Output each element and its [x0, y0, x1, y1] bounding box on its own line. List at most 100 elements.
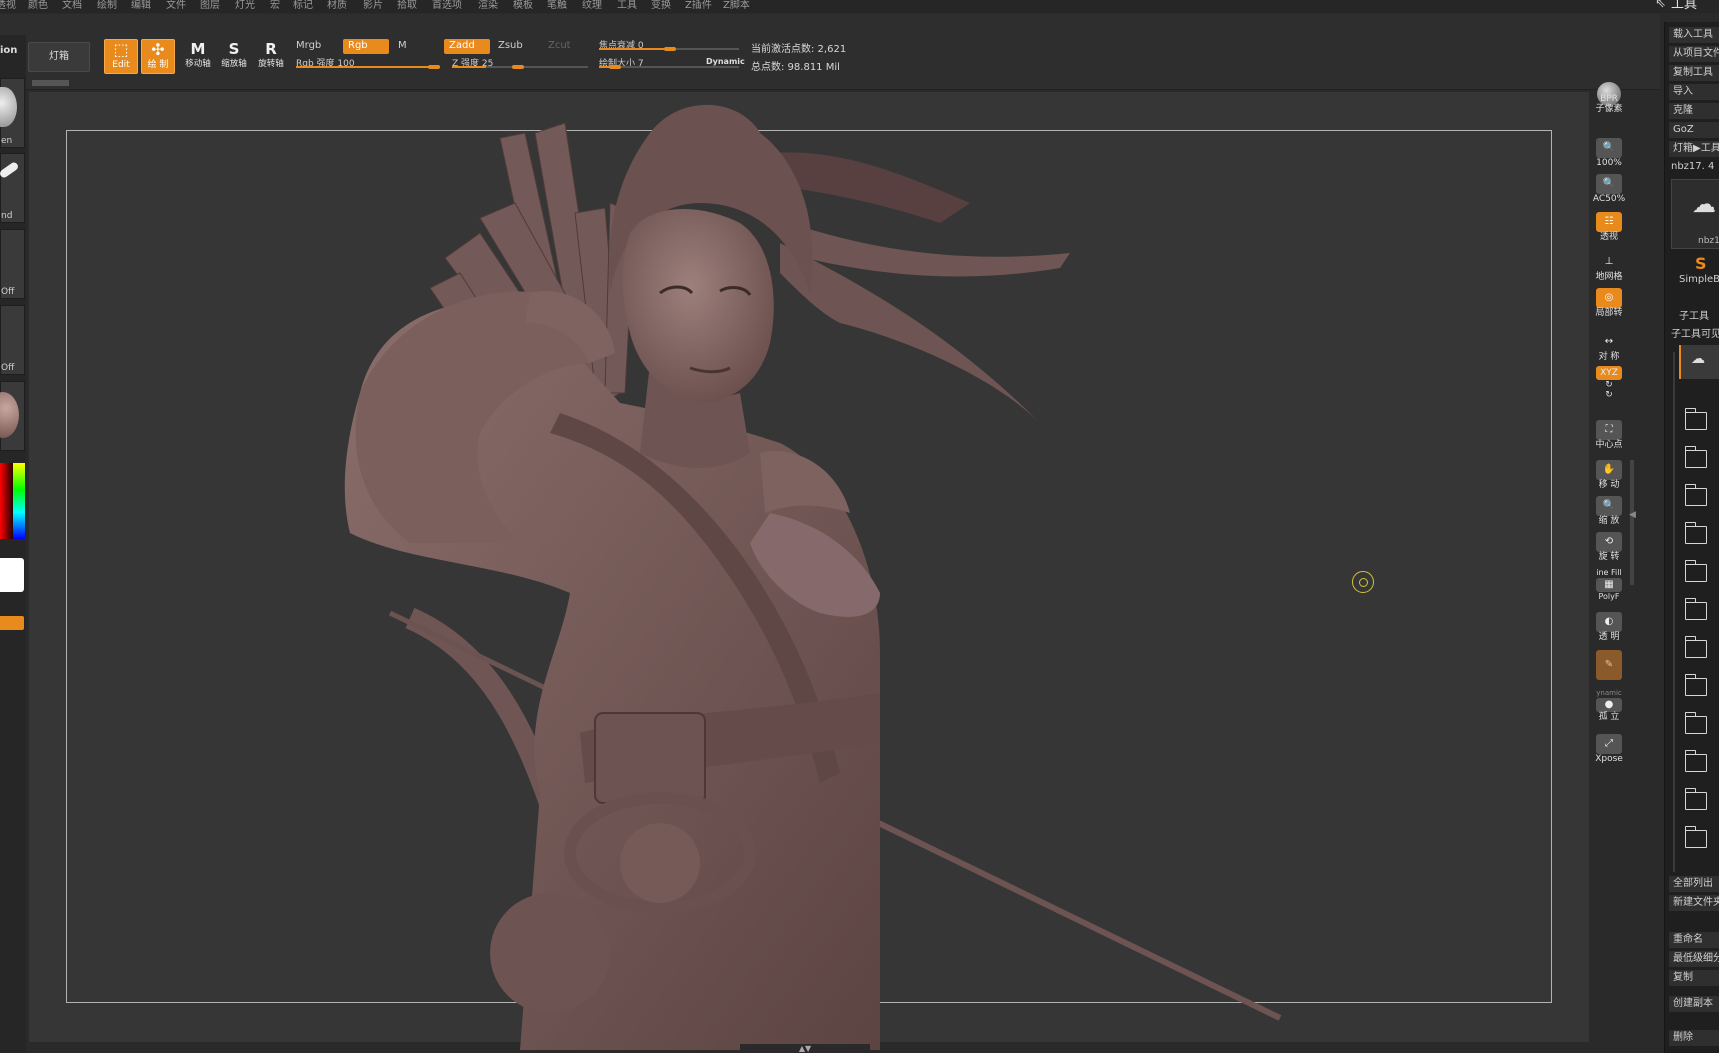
- subtool-folder-12[interactable]: [1684, 826, 1707, 848]
- material-slot[interactable]: [0, 381, 25, 451]
- toolbar-collapse-tab[interactable]: [32, 80, 69, 86]
- xpose-button[interactable]: ⤢ Xpose: [1592, 734, 1626, 768]
- frame-button[interactable]: ⛶ 中心点: [1592, 420, 1626, 454]
- menu-item-draw[interactable]: 绘制: [97, 0, 117, 12]
- import-button[interactable]: 导入: [1669, 84, 1719, 100]
- sculpt-model[interactable]: [320, 93, 1360, 1050]
- subtool-scrollbar[interactable]: [1673, 352, 1675, 872]
- scale-gizmo-button[interactable]: S 缩放轴: [218, 40, 250, 74]
- right-shelf-collapse-arrow[interactable]: ◀: [1629, 510, 1636, 520]
- actual-size-button[interactable]: 🔍 100%: [1592, 138, 1626, 172]
- color-picker[interactable]: [0, 463, 25, 539]
- menu-item-picker[interactable]: 拾取: [397, 0, 417, 12]
- z-intensity-slider[interactable]: [452, 56, 588, 69]
- bpr-button[interactable]: BPR 子像素: [1592, 82, 1626, 124]
- subtool-folder-4[interactable]: [1684, 522, 1707, 544]
- tool-palette-title[interactable]: 工具: [1671, 0, 1697, 11]
- menu-item-color[interactable]: 颜色: [28, 0, 48, 12]
- menu-item-zplugin[interactable]: Z插件: [685, 0, 712, 12]
- delete-button[interactable]: 删除: [1669, 1030, 1719, 1046]
- menu-item-marker[interactable]: 标记: [293, 0, 313, 12]
- load-from-project-button[interactable]: 从项目文件: [1669, 46, 1719, 62]
- menu-item-material[interactable]: 材质: [327, 0, 347, 12]
- subtool-folder-5[interactable]: [1684, 560, 1707, 582]
- menu-item-stencil[interactable]: 模板: [513, 0, 533, 12]
- menu-item-render[interactable]: 渲染: [478, 0, 498, 12]
- lightbox-button[interactable]: 灯箱: [28, 42, 90, 72]
- menu-item-file[interactable]: 文件: [166, 0, 186, 12]
- duplicate-button[interactable]: 复制: [1669, 970, 1719, 986]
- subtool-folder-7[interactable]: [1684, 636, 1707, 658]
- local-transform-button[interactable]: ◎ 局部转: [1592, 288, 1626, 322]
- subtool-folder-11[interactable]: [1684, 788, 1707, 810]
- move-view-button[interactable]: ✋ 移 动: [1592, 460, 1626, 494]
- bottom-tray-handle[interactable]: ▲▼: [740, 1044, 870, 1053]
- main-color-swatch[interactable]: [0, 558, 24, 592]
- load-tool-button[interactable]: 载入工具: [1669, 27, 1719, 43]
- menu-item-zscript[interactable]: Z脚本: [723, 0, 750, 12]
- zadd-toggle[interactable]: Zadd: [444, 39, 490, 54]
- transparency-button[interactable]: ◐ 透 明: [1592, 612, 1626, 646]
- rgb-intensity-slider[interactable]: [296, 56, 440, 69]
- antialias-half-button[interactable]: 🔍 AC50%: [1592, 174, 1626, 208]
- m-toggle[interactable]: M: [393, 39, 412, 54]
- menu-item-macro[interactable]: 宏: [270, 0, 280, 12]
- perspective-button[interactable]: ☷ 透视: [1592, 212, 1626, 246]
- rename-button[interactable]: 重命名: [1669, 932, 1719, 948]
- alpha-slot[interactable]: Off: [0, 229, 25, 299]
- solo-button[interactable]: ynamic ● 孤 立: [1592, 688, 1626, 730]
- goz-button[interactable]: GoZ: [1669, 122, 1719, 138]
- color-hue-strip[interactable]: [13, 463, 25, 539]
- rotate-gizmo-button[interactable]: R 旋转轴: [255, 40, 287, 74]
- subtool-title[interactable]: 子工具: [1679, 307, 1709, 322]
- move-gizmo-button[interactable]: M 移动轴: [182, 40, 214, 74]
- menu-item-transform[interactable]: 变换: [651, 0, 671, 12]
- zcut-toggle[interactable]: Zcut: [543, 39, 576, 54]
- mrgb-toggle[interactable]: Mrgb: [291, 39, 326, 54]
- floor-grid-button[interactable]: ⊥ 地网格: [1592, 252, 1626, 286]
- subtool-folder-1[interactable]: [1684, 408, 1707, 430]
- zoom-view-button[interactable]: 🔍 缩 放: [1592, 496, 1626, 530]
- subtool-folder-8[interactable]: [1684, 674, 1707, 696]
- menu-item-layer[interactable]: 图层: [200, 0, 220, 12]
- focal-shift-slider[interactable]: [599, 38, 739, 51]
- menu-item-edit[interactable]: 编辑: [131, 0, 151, 12]
- z-intensity-handle[interactable]: [512, 65, 524, 69]
- copy-tool-button[interactable]: 复制工具: [1669, 65, 1719, 81]
- draw-mode-button[interactable]: ✣ 绘 制: [141, 39, 175, 74]
- zsub-toggle[interactable]: Zsub: [493, 39, 528, 54]
- rotate-view-button[interactable]: ⟲ 旋 转: [1592, 532, 1626, 566]
- pick-arrow-icon[interactable]: ⇖: [1655, 0, 1669, 12]
- menu-item-texture[interactable]: 纹理: [582, 0, 602, 12]
- subtool-folder-9[interactable]: [1684, 712, 1707, 734]
- menu-item-movie[interactable]: 影片: [363, 0, 383, 12]
- symmetry-button[interactable]: ↔ 对 称: [1592, 332, 1626, 366]
- subtool-folder-2[interactable]: [1684, 446, 1707, 468]
- subtool-active-item[interactable]: ☁: [1679, 345, 1719, 379]
- focal-shift-handle[interactable]: [664, 47, 676, 51]
- menu-item-stroke[interactable]: 笔触: [547, 0, 567, 12]
- subtool-folder-6[interactable]: [1684, 598, 1707, 620]
- rgb-toggle[interactable]: Rgb: [343, 39, 389, 54]
- color-switch-bar[interactable]: [0, 616, 24, 630]
- simplebrush-name[interactable]: SimpleB: [1679, 274, 1719, 285]
- draw-size-handle[interactable]: [609, 65, 621, 69]
- menu-item-perspective[interactable]: 透视: [0, 0, 16, 12]
- clone-button[interactable]: 克隆: [1669, 103, 1719, 119]
- current-tool-thumbnail[interactable]: ☁ nbz1: [1671, 179, 1719, 249]
- menu-item-tool[interactable]: 工具: [617, 0, 637, 12]
- subtool-folder-3[interactable]: [1684, 484, 1707, 506]
- brush-slot[interactable]: en: [0, 78, 25, 148]
- texture-slot[interactable]: Off: [0, 305, 25, 375]
- new-folder-button[interactable]: 新建文件夹: [1669, 895, 1719, 911]
- polyframe-button[interactable]: ine Fill ▦ PolyF: [1592, 568, 1626, 606]
- edit-mode-button[interactable]: ⬚ Edit: [104, 39, 138, 74]
- stroke-slot[interactable]: nd: [0, 153, 25, 223]
- dynamic-toggle[interactable]: Dynamic: [706, 57, 745, 66]
- rgb-intensity-handle[interactable]: [428, 65, 440, 69]
- lightbox-tools-button[interactable]: 灯箱▶工具: [1669, 141, 1719, 157]
- list-all-button[interactable]: 全部列出: [1669, 876, 1719, 892]
- subtool-folder-10[interactable]: [1684, 750, 1707, 772]
- menu-item-document[interactable]: 文档: [62, 0, 82, 12]
- lowest-subdiv-button[interactable]: 最低级细分: [1669, 951, 1719, 967]
